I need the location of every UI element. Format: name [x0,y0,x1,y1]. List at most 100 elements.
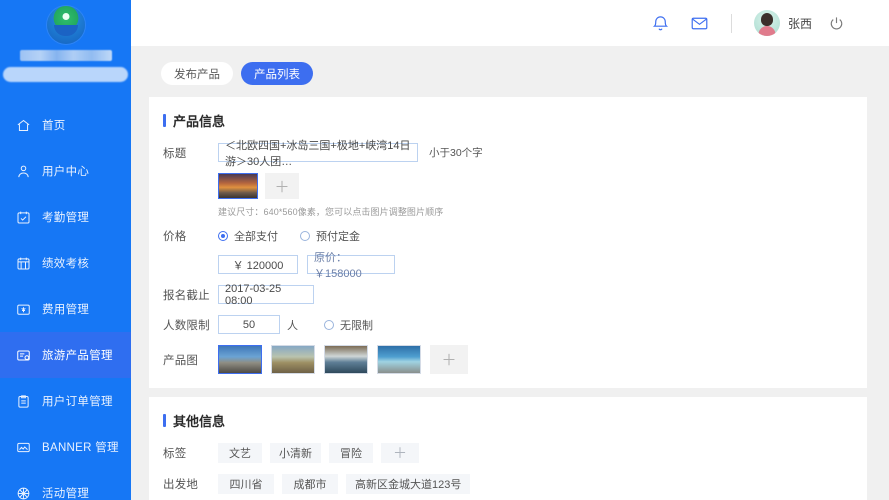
content-scroll: 发布产品 产品列表 产品信息 标题 ＜北欧四国+冰岛三国+极地+峡湾14日游＞3… [131,46,889,500]
money-card-icon [16,302,31,317]
deadline-row: 报名截止 2017-03-25 08:00 [149,283,867,307]
page-title: 产品信息 [173,114,226,129]
price-input[interactable]: ￥ 120000 [218,255,298,274]
other-info-card: 其他信息 标签 文艺 小清新 冒险 ＋ 出发地 四川省 成都市 高新区金城大道1… [149,397,867,500]
sidebar-item-user-orders[interactable]: 用户订单管理 [0,378,131,424]
tag-add-button[interactable]: ＋ [381,443,419,463]
radio-label: 无限制 [340,319,373,332]
sidebar-item-travel-products[interactable]: 旅游产品管理 [0,332,131,378]
origin-list: 四川省 成都市 高新区金城大道123号 [218,474,471,494]
sidebar-item-user-center[interactable]: 用户中心 [0,148,131,194]
tag-item[interactable]: 冒险 [329,443,373,463]
sidebar-item-label: 活动管理 [42,488,90,500]
power-icon[interactable] [828,15,845,32]
sidebar-item-label: BANNER 管理 [42,442,119,454]
origin-address[interactable]: 高新区金城大道123号 [346,474,471,494]
calendar-grid-icon [16,256,31,271]
mail-icon[interactable] [690,14,709,33]
user-name[interactable]: 张西 [788,15,812,32]
tags-row: 标签 文艺 小清新 冒险 ＋ [149,443,867,463]
gallery-row: 产品图 ＋ [149,345,867,388]
gallery-add-button[interactable]: ＋ [430,345,468,374]
section-accent-bar [163,414,166,427]
sidebar-nav: 首页 用户中心 考勤管理 绩效考核 费用管理 旅游产品管理 用户订单管理 BAN… [0,102,131,500]
price-row: 价格 全部支付 预付定金 [149,228,867,244]
sidebar-item-label: 绩效考核 [42,258,90,270]
other-info-heading: 其他信息 [149,411,867,430]
radio-icon [300,231,310,241]
radio-full-payment[interactable]: 全部支付 [218,228,278,244]
company-subtitle-redacted [3,67,128,82]
gallery-thumbnail[interactable] [324,345,368,374]
sidebar-item-banner[interactable]: BANNER 管理 [0,424,131,470]
radio-label: 全部支付 [234,231,278,243]
sidebar-item-label: 用户中心 [42,166,90,178]
origin-label: 出发地 [163,479,199,491]
main-area: 张西 发布产品 产品列表 产品信息 标题 ＜北欧四国+冰岛三国+极地+峡湾14日… [131,0,889,500]
logo-wrap [0,0,131,46]
sidebar-item-performance[interactable]: 绩效考核 [0,240,131,286]
origin-city[interactable]: 成都市 [282,474,338,494]
topbar-divider [730,13,732,33]
price-label: 价格 [163,231,187,243]
image-banner-icon [16,440,31,455]
radio-unlimited[interactable]: 无限制 [324,317,373,333]
title-hint: 小于30个字 [429,147,483,159]
limit-label: 人数限制 [163,319,210,332]
cover-image-row: ＋ [149,173,867,199]
tag-item[interactable]: 文艺 [218,443,262,463]
product-info-card: 产品信息 标题 ＜北欧四国+冰岛三国+极地+峡湾14日游＞30人团… 小于30个… [149,97,867,388]
gallery-thumbnail[interactable] [271,345,315,374]
leaf-circle-logo-icon [46,6,85,44]
gallery-thumbnail[interactable] [218,345,262,374]
section-accent-bar [163,114,166,127]
radio-icon [218,231,228,241]
sidebar-item-activities[interactable]: 活动管理 [0,470,131,500]
cover-thumbnail[interactable] [218,173,258,199]
radio-label: 预付定金 [316,231,360,243]
sidebar-item-attendance[interactable]: 考勤管理 [0,194,131,240]
tab-bar: 发布产品 产品列表 [149,56,867,97]
tab-publish-product[interactable]: 发布产品 [161,62,233,85]
gallery-label: 产品图 [163,354,199,367]
tag-item[interactable]: 小清新 [270,443,321,463]
original-price-input[interactable]: 原价：￥158000 [307,252,395,280]
title-label: 标题 [163,147,187,160]
limit-input[interactable]: 50 [218,315,280,334]
cover-add-button[interactable]: ＋ [265,173,299,199]
activity-globe-icon [16,486,31,500]
title-input[interactable]: ＜北欧四国+冰岛三国+极地+峡湾14日游＞30人团… [218,140,418,168]
deadline-input[interactable]: 2017-03-25 08:00 [218,283,314,307]
sidebar-item-label: 考勤管理 [42,212,90,224]
calendar-check-icon [16,210,31,225]
limit-row: 人数限制 50 人 无限制 [149,315,867,334]
deadline-label: 报名截止 [163,289,210,302]
sidebar-item-label: 费用管理 [42,304,90,316]
tags-label: 标签 [163,448,187,460]
cover-size-hint: 建议尺寸：640*560像素，您可以点击图片调整图片顺序 [218,207,444,217]
product-settings-icon [16,348,31,363]
section-title: 其他信息 [173,414,226,429]
bell-icon[interactable] [651,14,670,33]
avatar[interactable] [753,10,780,36]
product-info-heading: 产品信息 [149,111,867,130]
sidebar-item-home[interactable]: 首页 [0,102,131,148]
radio-deposit-payment[interactable]: 预付定金 [300,228,360,244]
title-row: 标题 ＜北欧四国+冰岛三国+极地+峡湾14日游＞30人团… 小于30个字 [149,140,867,168]
sidebar: 首页 用户中心 考勤管理 绩效考核 费用管理 旅游产品管理 用户订单管理 BAN… [0,0,131,500]
app-window: 首页 用户中心 考勤管理 绩效考核 费用管理 旅游产品管理 用户订单管理 BAN… [0,0,889,500]
sidebar-item-label: 用户订单管理 [42,396,113,408]
sidebar-item-label: 首页 [42,120,66,132]
topbar: 张西 [131,0,889,46]
clipboard-icon [16,394,31,409]
radio-icon [324,319,334,330]
limit-unit: 人 [287,319,298,332]
tab-product-list[interactable]: 产品列表 [241,62,313,85]
gallery-thumbnail[interactable] [377,345,421,374]
gallery-thumbnails: ＋ [218,345,468,374]
company-name-redacted [19,50,112,61]
sidebar-item-expenses[interactable]: 费用管理 [0,286,131,332]
tag-list: 文艺 小清新 冒险 ＋ [218,443,419,463]
user-icon [16,164,31,179]
origin-province[interactable]: 四川省 [218,474,274,494]
